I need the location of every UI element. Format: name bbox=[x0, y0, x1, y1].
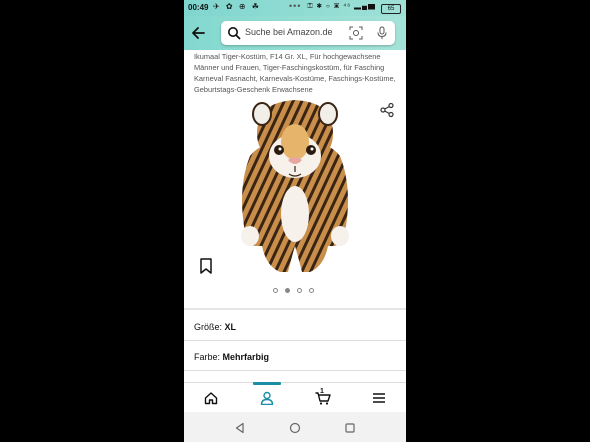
account-icon bbox=[260, 391, 274, 405]
back-icon[interactable] bbox=[234, 421, 246, 439]
color-value: Mehrfarbig bbox=[222, 352, 270, 362]
image-carousel-dots[interactable] bbox=[273, 288, 319, 296]
back-arrow-icon[interactable] bbox=[189, 24, 207, 42]
status-dots: ••• bbox=[289, 1, 302, 11]
search-placeholder: Suche bei Amazon.de bbox=[245, 27, 333, 37]
search-header: Suche bei Amazon.de bbox=[184, 16, 406, 50]
status-time: 00:49 bbox=[188, 3, 209, 12]
nav-cart[interactable]: 1 bbox=[302, 383, 342, 413]
carousel-dot[interactable] bbox=[297, 288, 302, 293]
system-icons: ⚿ ✱ ⌔ ▣ ⁴⁶ ▂▄▆ bbox=[307, 3, 376, 10]
color-selector[interactable]: Farbe: Mehrfarbig bbox=[194, 352, 269, 362]
color-label: Farbe: bbox=[194, 352, 223, 362]
notification-icons: ✈ ✿ ⊕ ☘ bbox=[213, 2, 261, 11]
row-divider bbox=[184, 340, 406, 341]
cart-icon bbox=[315, 392, 331, 405]
carousel-dot[interactable] bbox=[273, 288, 278, 293]
product-title[interactable]: Ikumaal Tiger-Kostüm, F14 Gr. XL, Für ho… bbox=[194, 51, 402, 95]
tiger-costume-image[interactable] bbox=[232, 96, 358, 280]
nav-menu[interactable] bbox=[359, 383, 399, 413]
android-navigation-bar bbox=[184, 412, 406, 442]
search-icon bbox=[228, 27, 241, 40]
battery-icon: 65 bbox=[381, 4, 401, 14]
nav-account[interactable] bbox=[247, 382, 287, 413]
section-divider bbox=[184, 308, 406, 310]
row-divider bbox=[184, 370, 406, 371]
camera-lens-icon[interactable] bbox=[349, 26, 363, 40]
search-input[interactable]: Suche bei Amazon.de bbox=[221, 21, 395, 45]
active-tab-indicator bbox=[253, 382, 281, 385]
carousel-dot[interactable] bbox=[309, 288, 314, 293]
size-value: XL bbox=[224, 322, 237, 332]
carousel-dot[interactable] bbox=[285, 288, 290, 293]
recents-icon[interactable] bbox=[344, 421, 356, 439]
size-label: Größe: bbox=[194, 322, 225, 332]
size-selector[interactable]: Größe: XL bbox=[194, 322, 236, 332]
status-bar: 00:49 ✈ ✿ ⊕ ☘ ••• ⚿ ✱ ⌔ ▣ ⁴⁶ ▂▄▆ 65 bbox=[184, 0, 406, 16]
home-circle-icon[interactable] bbox=[289, 421, 301, 439]
menu-icon bbox=[373, 393, 385, 403]
bookmark-icon[interactable] bbox=[199, 258, 213, 274]
share-icon[interactable] bbox=[379, 102, 395, 118]
phone-screen: 00:49 ✈ ✿ ⊕ ☘ ••• ⚿ ✱ ⌔ ▣ ⁴⁶ ▂▄▆ 65 Such… bbox=[184, 0, 406, 442]
home-icon bbox=[204, 392, 218, 405]
microphone-icon[interactable] bbox=[375, 26, 389, 40]
nav-home[interactable] bbox=[191, 383, 231, 413]
bottom-navigation: 1 bbox=[184, 382, 406, 413]
